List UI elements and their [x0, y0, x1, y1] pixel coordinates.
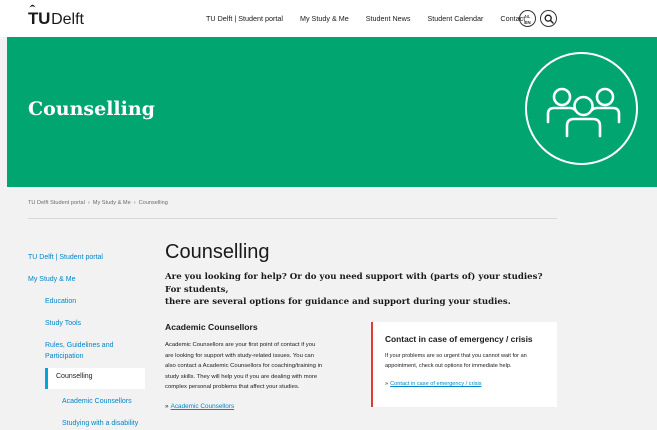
- academic-counsellors-link[interactable]: » Academic Counsellors: [165, 403, 234, 410]
- sidebar-item-my-study[interactable]: My Study & Me: [28, 274, 75, 285]
- card-line: If your problems are so urgent that you …: [385, 353, 527, 359]
- logo-delft: Delft: [51, 11, 84, 28]
- link-arrow: »: [165, 403, 169, 410]
- lang-en: EN: [524, 19, 531, 25]
- language-switch-button[interactable]: NL EN: [519, 10, 536, 27]
- body-line: also contact a Academic Counsellors for …: [165, 363, 323, 370]
- nav-student-calendar[interactable]: Student Calendar: [427, 14, 483, 23]
- page-title: Counselling: [165, 241, 270, 263]
- sidebar-item-student-portal[interactable]: TU Delft | Student portal: [28, 252, 103, 263]
- card-body: If your problems are so urgent that you …: [385, 351, 553, 372]
- sidebar-item-counselling[interactable]: Counselling: [45, 368, 145, 389]
- intro-line: there are several options for guidance a…: [165, 297, 511, 307]
- breadcrumb-item[interactable]: TU Delft Student portal: [28, 200, 85, 206]
- lang-nl: NL: [524, 14, 531, 19]
- sidebar-item-rules[interactable]: Rules, Guidelines and: [45, 340, 114, 351]
- link-label: Contact in case of emergency / crisis: [390, 381, 482, 387]
- body-line: Academic Counsellors are your first poin…: [165, 342, 316, 348]
- intro-line: Are you looking for help? Or do you need…: [165, 272, 543, 295]
- breadcrumb-divider: [28, 218, 557, 219]
- top-bar: TU Delft TU Delft | Student portal My St…: [0, 0, 657, 37]
- link-arrow: »: [385, 381, 389, 387]
- link-label: Academic Counsellors: [170, 403, 235, 410]
- body-line: complex personal problems that affect yo…: [165, 384, 300, 391]
- card-title: Contact in case of emergency / crisis: [385, 334, 533, 344]
- breadcrumb-item[interactable]: My Study & Me: [93, 200, 131, 206]
- sidebar-item-disability[interactable]: Studying with a disability: [62, 418, 138, 429]
- body-line: study skills. They will help you if you …: [165, 373, 318, 380]
- hero-title: Counselling: [28, 98, 155, 120]
- sidebar-item-education[interactable]: Education: [45, 296, 76, 307]
- breadcrumb-separator: ›: [87, 200, 90, 206]
- hero-icon-circle: [525, 52, 638, 165]
- hero-banner: Counselling: [7, 37, 657, 187]
- sidebar-item-academic-counsellors[interactable]: Academic Counsellors: [62, 396, 132, 407]
- logo-tu: TU: [28, 4, 50, 29]
- nav-student-news[interactable]: Student News: [366, 14, 411, 23]
- breadcrumb-current: Counselling: [138, 200, 168, 206]
- sidebar-item-rules-cont[interactable]: Participation: [45, 351, 84, 362]
- people-group-icon: [546, 87, 621, 138]
- sidebar-item-study-tools[interactable]: Study Tools: [45, 318, 81, 329]
- breadcrumb-separator: ›: [133, 200, 136, 206]
- tu-delft-logo[interactable]: TU Delft: [28, 4, 84, 29]
- breadcrumb: TU Delft Student portal › My Study & Me › Co…: [28, 200, 168, 206]
- search-button[interactable]: [540, 10, 557, 27]
- emergency-card: Contact in case of emergency / crisis If…: [371, 322, 557, 407]
- sidebar-active-label: Counselling: [56, 373, 93, 380]
- section-title: Academic Counsellors: [165, 322, 258, 332]
- nav-my-study[interactable]: My Study & Me: [300, 14, 349, 23]
- flame-icon: [29, 4, 36, 8]
- main-nav: TU Delft | Student portal My Study & Me …: [206, 0, 542, 37]
- card-line: appointment, check out options for immed…: [385, 363, 512, 370]
- search-icon: [544, 14, 554, 24]
- body-line: are looking for support with study-relat…: [165, 352, 314, 359]
- section-body: Academic Counsellors are your first poin…: [165, 340, 365, 393]
- intro-text: Are you looking for help? Or do you need…: [165, 271, 560, 309]
- nav-student-portal[interactable]: TU Delft | Student portal: [206, 14, 283, 23]
- emergency-contact-link[interactable]: » Contact in case of emergency / crisis: [385, 381, 482, 387]
